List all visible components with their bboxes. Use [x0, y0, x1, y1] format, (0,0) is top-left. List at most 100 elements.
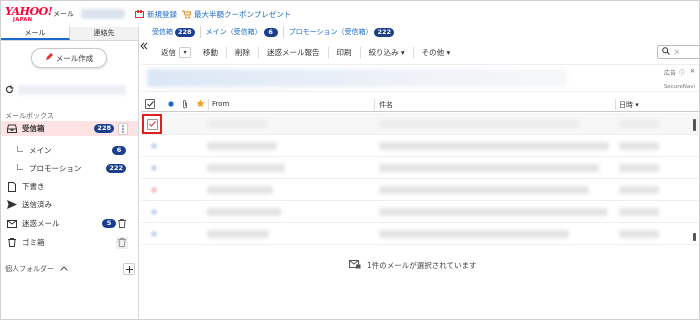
logo-sub: JAPAN	[13, 17, 33, 23]
checkmark-icon	[146, 118, 158, 130]
chevron-up-icon[interactable]	[60, 265, 68, 273]
ad-close-icon[interactable]: ✕	[690, 68, 695, 75]
compose-button[interactable]: メール作成	[31, 48, 107, 68]
tree-branch-icon	[17, 145, 23, 152]
empty-trash-icon[interactable]	[116, 236, 128, 249]
scrollbar-thumb[interactable]	[693, 233, 696, 241]
sidebar-item-main[interactable]: メイン 6	[1, 143, 138, 158]
row-from-blurred	[207, 120, 267, 128]
message-row[interactable]	[141, 135, 699, 157]
select-all-checkbox[interactable]	[145, 99, 155, 109]
row-unread-dot	[151, 231, 157, 237]
drafts-label: 下書き	[22, 182, 45, 191]
pencil-icon	[45, 53, 53, 63]
row-from-blurred	[207, 142, 277, 150]
trash-icon	[7, 238, 17, 248]
sidebar-item-trash[interactable]: ゴミ箱	[1, 235, 138, 250]
spam-icon	[7, 219, 17, 229]
tab-main[interactable]: メイン（受信箱） 6	[201, 26, 284, 38]
star-icon[interactable]	[196, 99, 205, 110]
tab-promotion[interactable]: プロモーション（受信箱） 222	[284, 26, 399, 38]
row-subject-blurred	[379, 164, 599, 172]
message-row[interactable]	[141, 223, 699, 245]
row-unread-dot	[151, 209, 157, 215]
move-button[interactable]: 移動	[195, 46, 227, 58]
row-date-blurred	[619, 142, 659, 150]
empty-spam-icon[interactable]	[116, 218, 128, 230]
promotion-count: 222	[106, 164, 126, 173]
collapse-sidebar-icon[interactable]	[140, 42, 148, 52]
row-date-blurred	[619, 230, 659, 238]
column-divider	[374, 99, 375, 110]
sidebar-tabs: メール 連絡先	[1, 27, 139, 41]
send-icon	[7, 200, 17, 210]
print-button[interactable]: 印刷	[329, 46, 361, 58]
unread-dot-icon[interactable]	[168, 101, 174, 109]
inbox-icon	[7, 124, 17, 134]
row-date-blurred	[619, 120, 659, 128]
ad-banner[interactable]: 広告 ⓘ ✕ SecureNavi	[141, 64, 699, 92]
message-row[interactable]	[141, 113, 699, 135]
sidebar-item-inbox[interactable]: 受信箱 228	[1, 121, 138, 136]
top-bar: YAHOO! JAPAN メール 新規登録 最大半額クーポンプレゼント	[1, 1, 699, 27]
ad-label: 広告 ⓘ	[664, 68, 685, 77]
scrollbar-thumb[interactable]	[693, 119, 696, 131]
tab-inbox[interactable]: 受信箱 228	[147, 26, 201, 38]
mail-icon	[349, 259, 361, 271]
row-unread-dot	[151, 165, 157, 171]
report-spam-button[interactable]: 迷惑メール報告	[259, 46, 329, 58]
yahoo-logo[interactable]: YAHOO! JAPAN	[5, 5, 53, 25]
row-from-blurred	[207, 186, 273, 194]
draft-icon	[7, 181, 17, 192]
refresh-icon[interactable]	[5, 85, 14, 96]
row-date-blurred	[619, 164, 659, 172]
sidebar-item-drafts[interactable]: 下書き	[1, 179, 138, 194]
selection-status: 1件のメールが選択されています	[349, 259, 477, 271]
sent-label: 送信済み	[22, 200, 52, 209]
search-icon	[662, 47, 670, 57]
tab-main-count: 6	[263, 27, 278, 37]
search-input[interactable]: メ	[657, 45, 700, 59]
filter-button[interactable]: 絞り込み ▾	[361, 46, 414, 58]
more-button[interactable]: その他 ▾	[414, 47, 459, 58]
attachment-icon[interactable]	[182, 100, 188, 111]
sidebar-item-promotion[interactable]: プロモーション 222	[1, 161, 138, 176]
sidebar-item-sent[interactable]: 送信済み	[1, 197, 138, 212]
reply-dropdown[interactable]: ▾	[179, 46, 191, 58]
row-date-blurred	[619, 186, 659, 194]
register-link[interactable]: 新規登録	[135, 9, 177, 20]
row-date-blurred	[619, 208, 659, 216]
row-from-blurred	[207, 230, 269, 238]
selected-row-checkbox[interactable]	[142, 114, 162, 134]
reply-button[interactable]: 返信	[153, 47, 179, 58]
info-icon[interactable]: ⓘ	[679, 68, 685, 77]
sidebar: メール作成 メールボックス 受信箱 228 メイン 6 プロモーション 222 …	[1, 41, 139, 319]
message-row[interactable]	[141, 179, 699, 201]
ad-content-blurred	[147, 69, 567, 87]
row-subject-blurred	[379, 230, 569, 238]
list-scrollbar[interactable]	[693, 119, 697, 241]
row-subject-blurred	[379, 142, 609, 150]
message-row[interactable]	[141, 201, 699, 223]
message-row[interactable]	[141, 157, 699, 179]
coupon-link[interactable]: 最大半額クーポンプレゼント	[182, 9, 291, 20]
selection-status-text: 1件のメールが選択されています	[367, 260, 477, 270]
subject-column[interactable]: 件名	[379, 100, 393, 110]
row-unread-dot	[151, 143, 157, 149]
more-icon[interactable]	[118, 122, 128, 135]
row-subject-blurred	[379, 186, 589, 194]
tab-main-label: メイン（受信箱）	[205, 28, 262, 36]
from-column[interactable]: From	[212, 100, 229, 108]
tab-promotion-label: プロモーション（受信箱）	[288, 28, 373, 36]
mail-app: YAHOO! JAPAN メール 新規登録 最大半額クーポンプレゼント メール …	[0, 0, 700, 320]
cart-icon	[182, 10, 192, 19]
coupon-label: 最大半額クーポンプレゼント	[194, 10, 292, 19]
sidebar-item-spam[interactable]: 迷惑メール 5	[1, 216, 138, 231]
add-folder-icon[interactable]	[123, 263, 135, 275]
spam-label: 迷惑メール	[22, 219, 60, 228]
tab-contacts[interactable]: 連絡先	[70, 27, 139, 40]
delete-button[interactable]: 削除	[227, 46, 259, 58]
tab-mail[interactable]: メール	[1, 27, 70, 40]
date-column[interactable]: 日時 ▾	[619, 100, 639, 110]
ad-source: SecureNavi	[663, 84, 695, 90]
